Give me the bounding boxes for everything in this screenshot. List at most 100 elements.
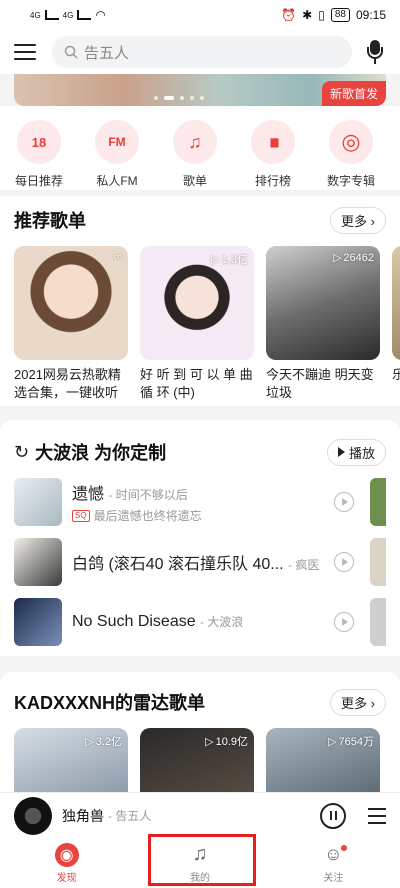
signal-icon bbox=[44, 10, 59, 20]
playlist-card[interactable]: ▷ 26462 今天不蹦迪 明天变垃圾 bbox=[266, 246, 380, 402]
song-title: 白鸽 (滚石40 滚石撞乐队 40... bbox=[72, 556, 284, 573]
refresh-icon[interactable]: ↻ bbox=[14, 442, 29, 463]
song-title: No Such Disease bbox=[72, 613, 196, 630]
network-label-right: 4G bbox=[62, 10, 74, 20]
playlist-cover: ▷ 7654万 bbox=[266, 728, 380, 792]
search-placeholder: 告五人 bbox=[84, 44, 130, 62]
player-song-title: 独角兽 bbox=[62, 807, 104, 824]
player-artist: - 告五人 bbox=[108, 809, 152, 823]
more-button[interactable]: 更多 › bbox=[330, 206, 386, 234]
calendar-icon: 18 bbox=[17, 120, 61, 164]
play-count: 7654万 bbox=[338, 736, 374, 748]
song-row[interactable]: No Such Disease - 大波浪 bbox=[0, 592, 400, 652]
wifi-icon: ◠ bbox=[95, 8, 106, 22]
tab-label: 发现 bbox=[56, 872, 77, 884]
search-icon bbox=[64, 45, 78, 59]
play-count-icon: ▷ bbox=[205, 735, 214, 748]
chart-icon: ▮▮ bbox=[251, 120, 295, 164]
playlist-card[interactable]: 乐 bbox=[392, 246, 400, 402]
menu-icon[interactable] bbox=[14, 44, 36, 60]
quick-link-label: 每日推荐 bbox=[14, 174, 63, 188]
play-icon bbox=[337, 447, 345, 457]
tab-follow[interactable]: ☺ 关注 bbox=[267, 838, 400, 888]
quick-link-playlist[interactable]: ♫ 歌单 bbox=[170, 120, 220, 190]
tab-label: 关注 bbox=[323, 872, 344, 884]
quick-link-albums[interactable]: ◎ 数字专辑 bbox=[326, 120, 376, 190]
status-bar: 4G 4G ◠ ⏰ ✱ ▯ 88 09:15 bbox=[0, 0, 400, 30]
quick-links: 18 每日推荐 FM 私人FM ♫ 歌单 ▮▮ 排行榜 ◎ 数字专辑 ♥ 专注 bbox=[0, 106, 400, 190]
play-icon[interactable] bbox=[334, 492, 354, 512]
playlist-cover: ▷ 3.2亿 bbox=[14, 728, 128, 792]
bluetooth-icon: ✱ bbox=[302, 8, 313, 22]
vibrate-icon: ▯ bbox=[318, 8, 325, 22]
next-card-peek bbox=[370, 538, 386, 586]
section-title: KADXXXNH的雷达歌单 bbox=[14, 693, 206, 713]
play-count: 26462 bbox=[343, 251, 374, 264]
song-subtitle: - 时间不够以后 bbox=[108, 488, 188, 502]
playlist-cover: ▷ 26462 bbox=[266, 246, 380, 360]
network-label-left: 4G bbox=[30, 10, 41, 20]
playlist-name: 乐 bbox=[392, 367, 400, 382]
playlist-card[interactable]: ▷ 1.3亿 好 听 到 可 以 单 曲 循 环 (中) bbox=[140, 246, 254, 402]
daily-mix-section: ↻ 大波浪 为你定制 播放 遗憾 - 时间不够以后 SQ 最后遗憾也终将遗忘 白鸽… bbox=[0, 420, 400, 656]
highlight-box bbox=[148, 834, 256, 886]
play-icon[interactable] bbox=[334, 552, 354, 572]
playlist-cover: ▷ 1.3亿 bbox=[140, 246, 254, 360]
mini-player[interactable]: 独角兽 - 告五人 bbox=[0, 792, 400, 838]
quick-link-fm[interactable]: FM 私人FM bbox=[92, 120, 142, 190]
playlist-icon: ♫ bbox=[173, 120, 217, 164]
playlist-card[interactable]: ▷ 3.2亿 bbox=[14, 728, 128, 792]
quick-link-daily[interactable]: 18 每日推荐 bbox=[14, 120, 64, 190]
play-count: 3.2亿 bbox=[95, 736, 122, 748]
top-bar: 告五人 bbox=[0, 30, 400, 74]
playlist-cover bbox=[392, 246, 400, 360]
song-subtitle: - 疯医 bbox=[288, 558, 320, 572]
album-art[interactable] bbox=[14, 796, 52, 835]
quick-link-label: 歌单 bbox=[182, 174, 207, 188]
discover-icon: ◉ bbox=[54, 842, 79, 867]
play-icon[interactable] bbox=[334, 612, 354, 632]
user-icon: ☺ bbox=[321, 843, 348, 867]
pause-button[interactable] bbox=[320, 802, 346, 829]
quick-link-label: 私人FM bbox=[96, 174, 138, 188]
battery-icon: 88 bbox=[330, 8, 350, 22]
banner-carousel[interactable]: 新歌首发 bbox=[14, 74, 386, 106]
play-label: 播放 bbox=[348, 445, 375, 461]
playlist-queue-icon[interactable] bbox=[368, 807, 386, 824]
recommended-section: 推荐歌单 更多 › ∞ 2021网易云热歌精选合集，一键收听 ▷ 1.3亿 好 听… bbox=[0, 196, 400, 406]
chevron-right-icon: › bbox=[370, 213, 375, 229]
microphone-icon[interactable] bbox=[364, 40, 386, 64]
song-cover bbox=[14, 478, 62, 526]
song-lyric: 最后遗憾也终将遗忘 bbox=[93, 509, 202, 523]
clock: 09:15 bbox=[355, 8, 386, 22]
quick-link-label: 排行榜 bbox=[254, 174, 291, 188]
chevron-right-icon: › bbox=[370, 695, 375, 711]
song-title: 遗憾 bbox=[72, 486, 105, 503]
play-count: 10.9亿 bbox=[215, 736, 248, 748]
song-cover bbox=[14, 538, 62, 586]
playlist-card[interactable]: ∞ 2021网易云热歌精选合集，一键收听 bbox=[14, 246, 128, 402]
play-count-icon: ▷ bbox=[328, 735, 337, 748]
more-label: 更多 bbox=[341, 213, 368, 229]
play-count-icon: ▷ bbox=[85, 735, 94, 748]
playlist-cover: ▷ 10.9亿 bbox=[140, 728, 254, 792]
quick-link-charts[interactable]: ▮▮ 排行榜 bbox=[248, 120, 298, 190]
notification-dot bbox=[341, 844, 348, 851]
playlist-card[interactable]: ▷ 10.9亿 bbox=[140, 728, 254, 792]
playlist-name: 今天不蹦迪 明天变垃圾 bbox=[266, 367, 374, 400]
more-button[interactable]: 更多 › bbox=[330, 688, 386, 716]
play-all-button[interactable]: 播放 bbox=[326, 438, 386, 466]
loop-icon: ∞ bbox=[114, 251, 122, 263]
song-row[interactable]: 白鸽 (滚石40 滚石撞乐队 40... - 疯医 bbox=[0, 532, 400, 592]
tab-discover[interactable]: ◉ 发现 bbox=[0, 838, 133, 888]
playlist-cover: ∞ bbox=[14, 246, 128, 360]
banner-badge: 新歌首发 bbox=[321, 81, 386, 106]
network-indicators: 4G 4G ◠ bbox=[30, 8, 106, 22]
search-input[interactable]: 告五人 bbox=[52, 36, 352, 68]
radio-icon: FM bbox=[95, 120, 139, 164]
play-count: 1.3亿 bbox=[221, 254, 248, 266]
song-row[interactable]: 遗憾 - 时间不够以后 SQ 最后遗憾也终将遗忘 bbox=[0, 472, 400, 532]
playlist-card[interactable]: ▷ 7654万 bbox=[266, 728, 380, 792]
section-title: 大波浪 为你定制 bbox=[35, 443, 167, 463]
playlist-name: 好 听 到 可 以 单 曲 循 环 (中) bbox=[140, 367, 253, 400]
